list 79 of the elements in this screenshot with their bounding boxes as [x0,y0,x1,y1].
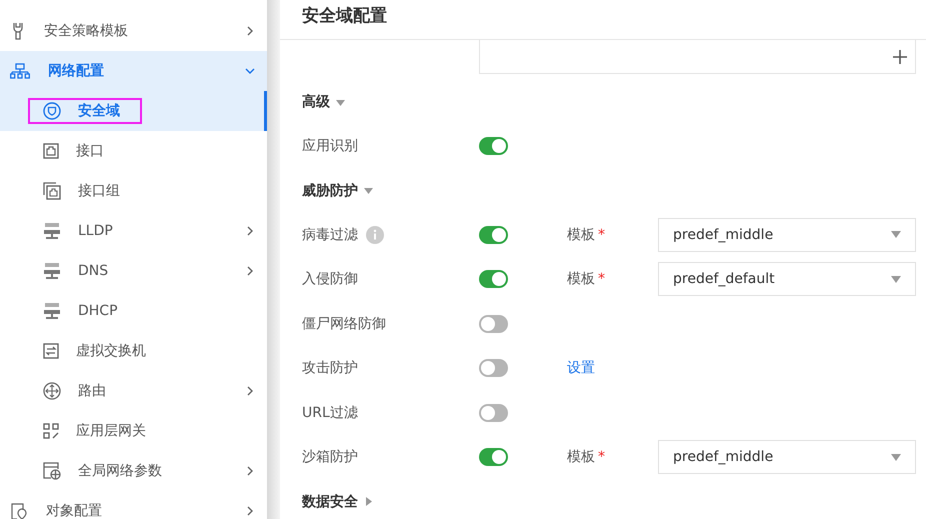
section-header[interactable]: 数据安全 [302,480,373,519]
menu-label: LLDP [78,223,113,239]
menu-label: 接口组 [78,182,120,200]
section-header[interactable]: 威胁防护 [302,168,373,212]
globe-document-icon [43,462,61,480]
field-label: 模板 * [567,226,606,244]
menu-label: 路由 [78,382,106,400]
toggle-switch[interactable] [479,226,508,244]
caret-down-icon [891,276,901,283]
toggle-switch[interactable] [479,448,508,466]
port-icon [43,143,59,159]
menu-label: 对象配置 [46,502,103,519]
server-icon [43,262,61,280]
add-button[interactable] [893,50,907,64]
field-label: 模板 * [567,270,606,288]
document-pin-icon [10,502,28,519]
sidebar-item[interactable]: 安全策略模板 [0,11,267,51]
field-label: 病毒过滤 [302,226,358,244]
sidebar-item[interactable]: 接口 [0,131,267,171]
page-title: 安全域配置 [302,6,387,26]
caret-down-icon [891,454,901,461]
field-label: 应用识别 [302,137,358,156]
server-icon [43,222,61,240]
caret-down-icon [336,98,345,106]
menu-label: DNS [78,263,108,279]
info-icon[interactable] [366,226,384,244]
toggle-switch[interactable] [479,137,508,156]
toggle-switch[interactable] [479,270,508,288]
ports-icon [43,182,61,200]
chevron-right-icon [245,386,255,396]
chevron-right-icon [245,226,255,236]
field-label: 模板 * [567,448,606,466]
menu-label: 网络配置 [48,62,105,80]
field-label: 僵尸网络防御 [302,314,386,333]
field-label: 入侵防御 [302,270,358,288]
sidebar-item[interactable]: DNS [0,251,267,291]
template-dropdown[interactable]: predef_middle [658,440,916,474]
toggle-switch[interactable] [479,359,508,378]
field-label: URL过滤 [302,404,358,422]
menu-label: 接口 [76,142,104,160]
sidebar-item[interactable]: 网络配置 [0,51,267,91]
settings-link[interactable]: 设置 [567,359,595,378]
menu-label: 安全策略模板 [44,22,129,40]
grid-icon [43,423,59,439]
chevron-right-icon [245,466,255,476]
menu-label: 全局网络参数 [78,462,162,480]
sidebar-item[interactable]: 全局网络参数 [0,451,267,491]
router-icon [43,382,61,400]
sidebar-item[interactable]: 接口组 [0,171,267,211]
template-dropdown[interactable]: predef_default [658,262,916,296]
menu-label: 安全域 [78,102,120,120]
sidebar-item[interactable]: 对象配置 [0,491,267,519]
template-dropdown[interactable]: predef_middle [658,218,916,252]
sidebar-item[interactable]: 应用层网关 [0,411,267,451]
caret-down-icon [891,231,901,238]
field-label: 攻击防护 [302,359,358,378]
sidebar-item[interactable]: 虚拟交换机 [0,331,267,371]
menu-label: 应用层网关 [76,422,146,440]
sidebar-item[interactable]: LLDP [0,211,267,251]
chevron-right-icon [245,506,255,516]
sidebar-item[interactable]: 路由 [0,371,267,411]
menu-label: DHCP [78,303,118,319]
sidebar-item[interactable]: 安全域 [0,91,267,131]
section-header[interactable]: 高级 [302,80,345,124]
switch-arrows-icon [43,343,59,359]
chevron-right-icon [245,266,255,276]
caret-right-icon [364,497,373,506]
shield-icon [43,102,61,120]
toggle-switch[interactable] [479,404,508,422]
field-label: 沙箱防护 [302,448,358,466]
toggle-switch[interactable] [479,314,508,333]
sidebar-item[interactable]: DHCP [0,291,267,331]
network-icon [10,63,30,79]
chevron-right-icon [245,26,255,36]
chevron-down-icon [245,66,255,76]
menu-label: 虚拟交换机 [76,342,146,360]
caret-down-icon [364,186,373,195]
server-icon [43,302,61,320]
plus-icon [893,50,907,64]
